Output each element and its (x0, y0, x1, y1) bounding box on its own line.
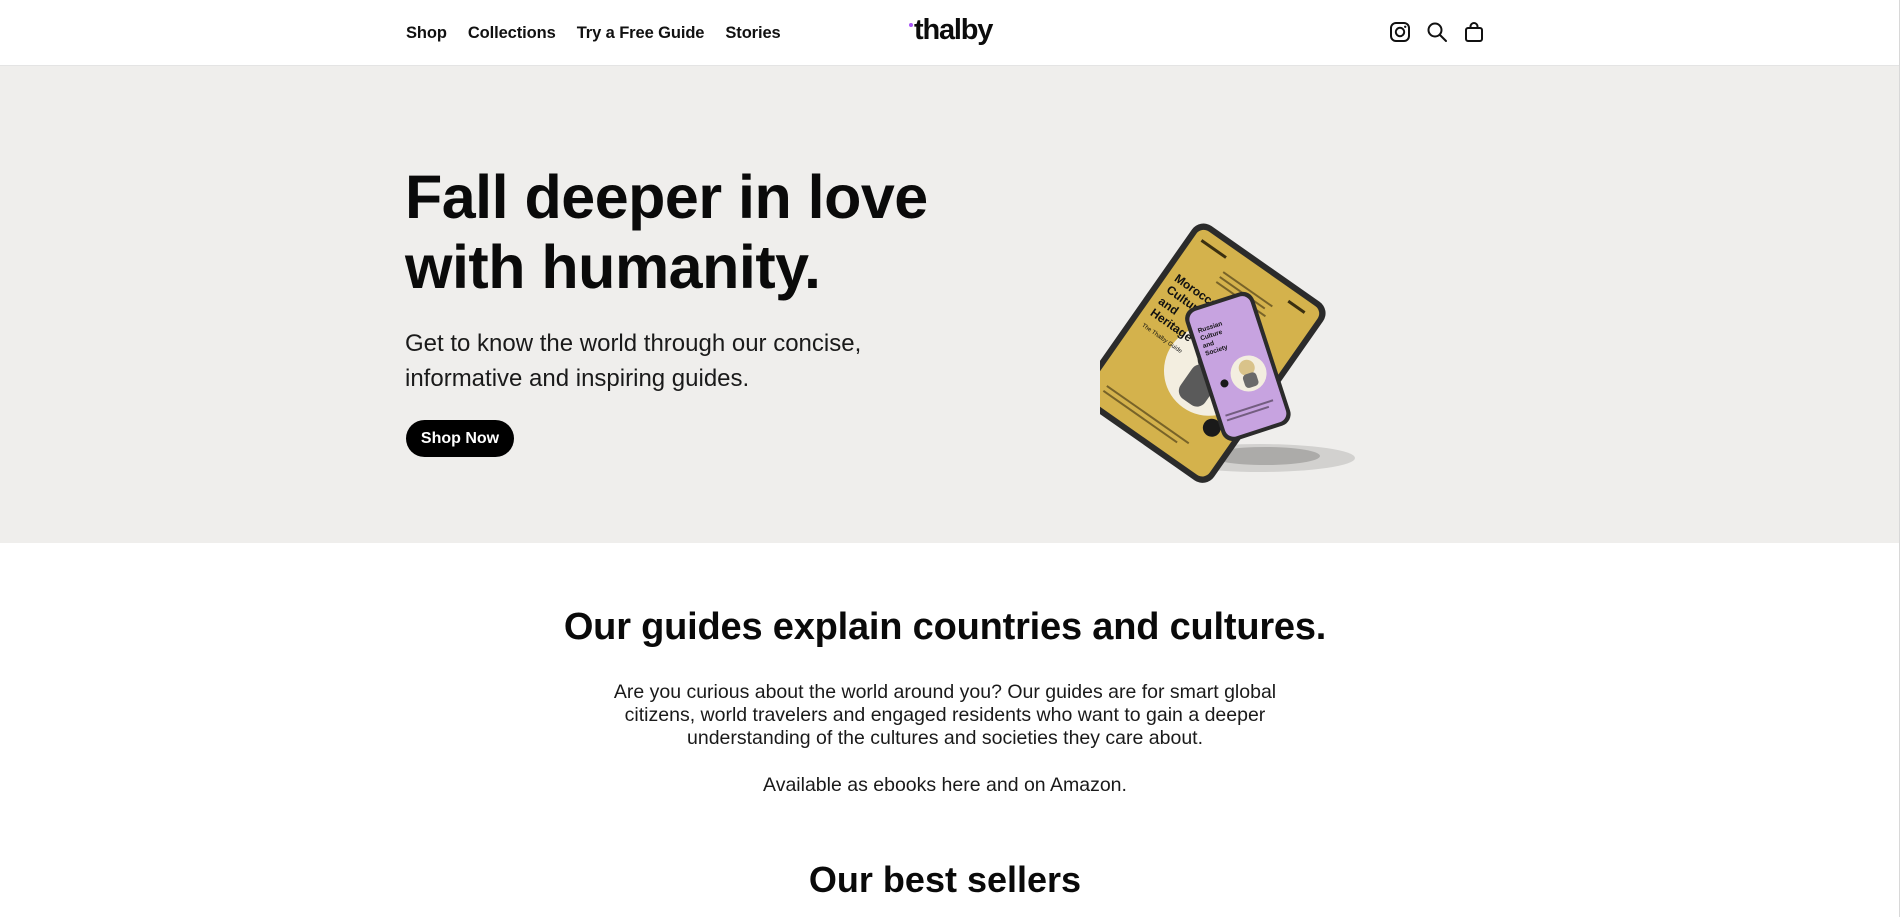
instagram-icon[interactable] (1388, 20, 1412, 44)
hero-subtitle-line2: informative and inspiring guides. (405, 365, 750, 392)
hero-section: Fall deeper in love with humanity. Get t… (0, 66, 1900, 543)
main-nav: Shop Collections Try a Free Guide Storie… (406, 0, 781, 66)
guides-description: Are you curious about the world around y… (590, 681, 1300, 750)
header-icons (1388, 20, 1486, 44)
hero-title: Fall deeper in love with humanity. (405, 162, 1005, 302)
guides-description-line3: understanding of the cultures and societ… (687, 727, 1203, 749)
nav-collections[interactable]: Collections (468, 24, 556, 43)
hero-title-line1: Fall deeper in love (405, 163, 928, 231)
guides-description-line2: citizens, world travelers and engaged re… (624, 704, 1266, 726)
hero-subtitle-line1: Get to know the world through our concis… (405, 330, 862, 357)
best-sellers-heading: Our best sellers (808, 859, 1082, 900)
site-logo[interactable]: thalby (909, 12, 993, 52)
hero-devices-image: Moroccan Culture and Heritage The Thalby… (1080, 123, 1490, 483)
shop-now-button[interactable]: Shop Now (406, 420, 514, 457)
nav-shop[interactable]: Shop (406, 24, 447, 43)
guides-heading: Our guides explain countries and culture… (563, 606, 1327, 648)
cart-icon[interactable] (1462, 20, 1486, 44)
nav-try-free-guide[interactable]: Try a Free Guide (577, 24, 705, 43)
nav-stories[interactable]: Stories (725, 24, 780, 43)
hero-subtitle: Get to know the world through our concis… (405, 326, 925, 396)
hero-title-line2: with humanity. (405, 233, 821, 301)
logo-text: thalby (914, 14, 993, 46)
logo-dot (909, 23, 913, 27)
site-header: Shop Collections Try a Free Guide Storie… (0, 0, 1900, 66)
guides-description-line1: Are you curious about the world around y… (613, 681, 1277, 703)
search-icon[interactable] (1425, 20, 1449, 44)
availability-note: Available as ebooks here and on Amazon. (763, 774, 1127, 796)
